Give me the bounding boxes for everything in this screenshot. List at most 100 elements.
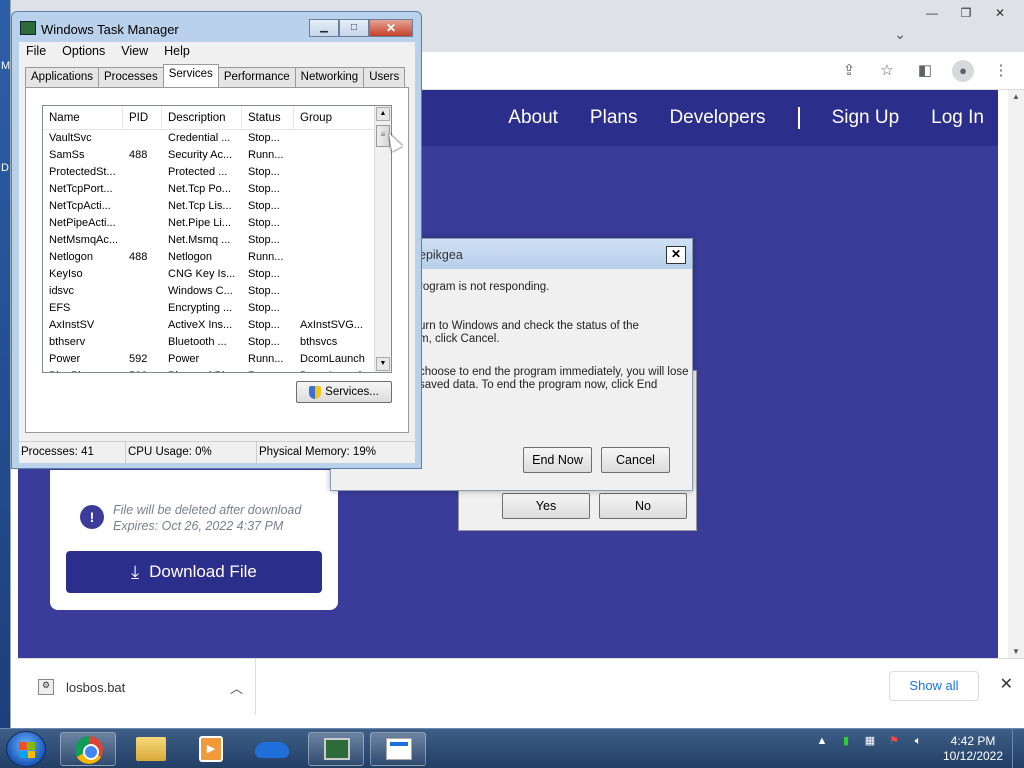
- taskbar-dialog[interactable]: [370, 732, 426, 766]
- service-row[interactable]: bthserv Bluetooth ... Stop... bthsvcs: [43, 334, 391, 351]
- taskmgr-icon: [324, 738, 350, 760]
- services-list[interactable]: Name PID Description Status Group VaultS…: [42, 105, 392, 373]
- menu-options[interactable]: Options: [62, 42, 105, 61]
- menu-file[interactable]: File: [26, 42, 46, 61]
- tab-search-chevron-icon[interactable]: ⌄: [894, 26, 906, 43]
- cell-status: Stop...: [248, 132, 280, 144]
- service-row[interactable]: AxInstSV ActiveX Ins... Stop... AxInstSVG..…: [43, 317, 391, 334]
- chevron-up-icon[interactable]: ︿: [230, 678, 243, 697]
- scroll-down-icon[interactable]: ▼: [376, 357, 390, 371]
- taskbar-chrome[interactable]: [60, 732, 116, 766]
- no-button[interactable]: No: [599, 493, 687, 519]
- nav-developers-link[interactable]: Developers: [669, 107, 765, 129]
- cell-name: PlugPlay: [43, 368, 123, 372]
- star-icon[interactable]: ☆: [876, 60, 898, 82]
- taskbar-media-player[interactable]: ▶: [183, 732, 239, 766]
- sidebar-icon[interactable]: ◧: [914, 60, 936, 82]
- services-button[interactable]: Services...: [296, 381, 392, 403]
- cell-name: Power: [49, 353, 81, 365]
- download-item[interactable]: ⚙ losbos.bat ︿: [18, 659, 256, 715]
- tab-applications[interactable]: Applications: [25, 67, 100, 87]
- tab-processes[interactable]: Processes: [98, 67, 164, 87]
- nav-about-link[interactable]: About: [508, 107, 558, 129]
- download-file-button[interactable]: ⤓ Download File: [66, 551, 322, 593]
- cell-pid: [123, 164, 162, 181]
- service-row[interactable]: Power 592 Power Runn... DcomLaunch: [43, 351, 391, 368]
- cell-group: [294, 147, 376, 164]
- service-row[interactable]: VaultSvc Credential ... Stop...: [43, 130, 391, 147]
- taskbar-explorer[interactable]: [123, 732, 179, 766]
- taskbar-onedrive[interactable]: [244, 732, 300, 766]
- browser-close-button[interactable]: ✕: [990, 6, 1010, 22]
- cancel-button[interactable]: Cancel: [601, 447, 670, 473]
- cell-name: VaultSvc: [49, 132, 92, 144]
- action-center-icon[interactable]: ⚑: [887, 734, 901, 748]
- service-row[interactable]: PlugPlay592Plug and PlayRunn...DcomLaunc…: [43, 368, 391, 372]
- menu-icon[interactable]: ⋮: [990, 60, 1012, 82]
- dialog-message: saved data. To end the program now, clic…: [419, 379, 658, 391]
- network-icon[interactable]: ▦: [863, 734, 877, 748]
- menu-view[interactable]: View: [121, 42, 148, 61]
- close-icon[interactable]: ✕: [369, 19, 413, 37]
- nav-signup-link[interactable]: Sign Up: [832, 107, 900, 129]
- task-manager-window: Windows Task Manager ▁ □ ✕ File Options …: [11, 11, 422, 469]
- show-desktop-button[interactable]: [1012, 729, 1024, 768]
- service-row[interactable]: NetPipeActi... Net.Pipe Li... Stop...: [43, 215, 391, 232]
- cell-pid: [123, 232, 162, 249]
- tab-performance[interactable]: Performance: [217, 67, 296, 87]
- scroll-up-icon[interactable]: ▲: [1012, 92, 1020, 101]
- desktop-icon-label[interactable]: D: [1, 162, 9, 174]
- nav-login-link[interactable]: Log In: [931, 107, 984, 129]
- column-header-description[interactable]: Description: [162, 106, 242, 129]
- taskmgr-titlebar[interactable]: Windows Task Manager ▁ □ ✕: [12, 12, 421, 42]
- end-now-button[interactable]: End Now: [523, 447, 592, 473]
- taskmgr-body: Applications Processes Services Performa…: [19, 61, 415, 463]
- service-row[interactable]: NetTcpPort... Net.Tcp Po... Stop...: [43, 181, 391, 198]
- scroll-up-icon[interactable]: ▲: [376, 107, 390, 121]
- cell-status: Runn...: [248, 251, 284, 263]
- scroll-down-icon[interactable]: ▼: [1012, 647, 1020, 656]
- service-row[interactable]: SamSs 488 Security Ac... Runn...: [43, 147, 391, 164]
- service-row[interactable]: EFS Encrypting ... Stop...: [43, 300, 391, 317]
- profile-icon[interactable]: ●: [952, 60, 974, 82]
- clock[interactable]: 4:42 PM 10/12/2022: [938, 734, 1008, 764]
- cell-name: NetTcpPort...: [49, 183, 113, 195]
- minimize-icon[interactable]: ▁: [309, 19, 339, 37]
- cell-name: EFS: [49, 302, 71, 314]
- service-row[interactable]: ProtectedSt... Protected ... Stop...: [43, 164, 391, 181]
- cell-name: bthserv: [49, 336, 86, 348]
- service-row[interactable]: NetMsmqAc... Net.Msmq ... Stop...: [43, 232, 391, 249]
- volume-icon[interactable]: 🔈︎: [911, 734, 925, 748]
- browser-minimize-button[interactable]: —: [922, 6, 942, 22]
- chrome-icon: [75, 736, 103, 764]
- column-header-name[interactable]: Name: [43, 106, 123, 129]
- browser-maximize-button[interactable]: ❐: [956, 6, 976, 22]
- page-scrollbar[interactable]: ▲ ▼: [1008, 90, 1024, 658]
- share-icon[interactable]: ⇪: [838, 60, 860, 82]
- desktop-icon-label[interactable]: M: [1, 60, 10, 72]
- show-hidden-icon[interactable]: ▲: [815, 734, 829, 748]
- tab-services[interactable]: Services: [162, 64, 219, 87]
- maximize-icon[interactable]: □: [339, 19, 369, 37]
- column-header-pid[interactable]: PID: [123, 106, 162, 129]
- tab-users[interactable]: Users: [363, 67, 406, 87]
- show-all-button[interactable]: Show all: [889, 671, 979, 701]
- dialog-message: choose to end the program immediately, y…: [419, 366, 689, 378]
- cell-pid: 592: [123, 368, 162, 372]
- column-header-status[interactable]: Status: [242, 106, 294, 129]
- tab-networking[interactable]: Networking: [294, 67, 365, 87]
- nav-plans-link[interactable]: Plans: [590, 107, 638, 129]
- menu-help[interactable]: Help: [164, 42, 190, 61]
- service-row[interactable]: KeyIso CNG Key Is... Stop...: [43, 266, 391, 283]
- taskbar-task-manager[interactable]: [308, 732, 364, 766]
- service-row[interactable]: NetTcpActi... Net.Tcp Lis... Stop...: [43, 198, 391, 215]
- close-shelf-icon[interactable]: ✕: [1000, 674, 1013, 694]
- cell-description: Windows C...: [168, 285, 233, 297]
- service-row[interactable]: idsvc Windows C... Stop...: [43, 283, 391, 300]
- yes-button[interactable]: Yes: [502, 493, 590, 519]
- taskmgr-tray-icon[interactable]: ▮: [839, 734, 853, 748]
- service-row[interactable]: Netlogon 488 Netlogon Runn...: [43, 249, 391, 266]
- start-button[interactable]: [6, 731, 46, 767]
- dialog-close-icon[interactable]: ✕: [666, 246, 686, 264]
- column-header-group[interactable]: Group: [294, 106, 376, 129]
